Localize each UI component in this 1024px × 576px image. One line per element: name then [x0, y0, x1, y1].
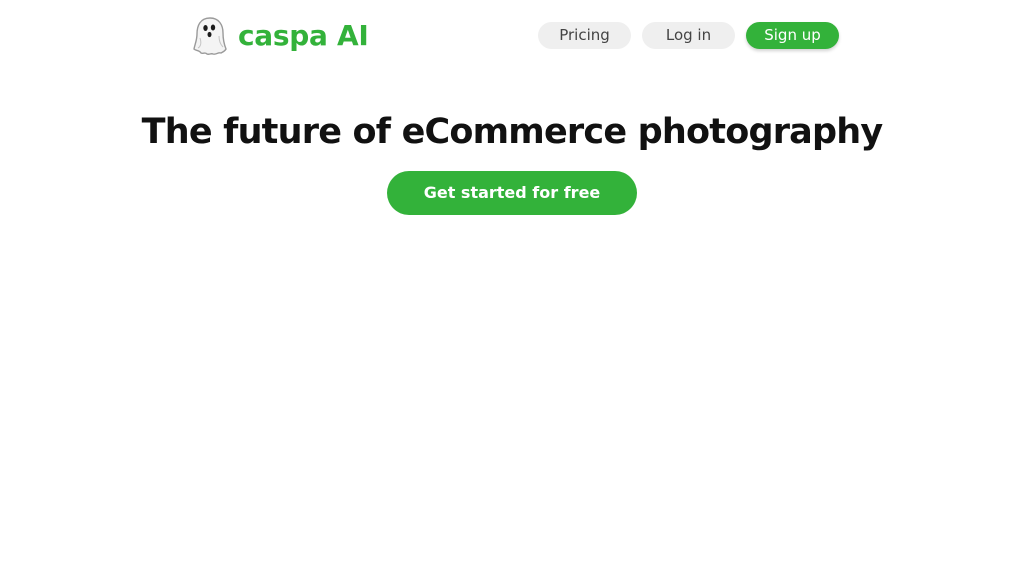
hero-title: The future of eCommerce photography	[141, 112, 884, 152]
brand-logo-link[interactable]: caspa AI	[192, 16, 369, 56]
ghost-icon	[193, 17, 227, 55]
page: caspa AI Pricing Log in Sign up The futu…	[0, 0, 1024, 576]
nav-actions: Pricing Log in Sign up	[538, 22, 839, 49]
login-button[interactable]: Log in	[642, 22, 735, 49]
brand-name: caspa AI	[238, 19, 369, 52]
get-started-button[interactable]: Get started for free	[387, 171, 637, 215]
signup-button[interactable]: Sign up	[746, 22, 839, 49]
navbar: caspa AI Pricing Log in Sign up	[0, 0, 1024, 72]
pricing-button[interactable]: Pricing	[538, 22, 631, 49]
